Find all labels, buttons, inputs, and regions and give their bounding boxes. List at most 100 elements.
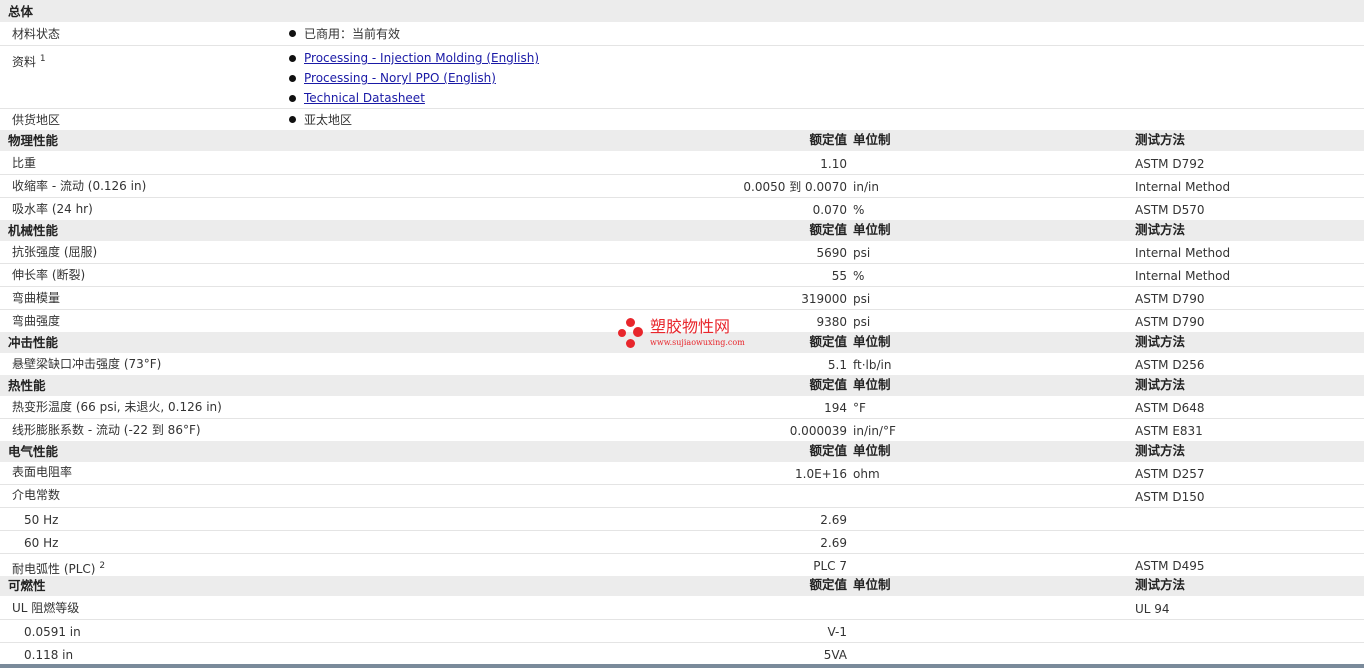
header-rated-value: 额定值 [809, 443, 847, 458]
property-name: 耐电弧性 (PLC) 2 [12, 561, 106, 576]
test-method: ASTM D648 [1135, 401, 1205, 415]
property-value: 0.000039 [789, 424, 847, 438]
section-title: 冲击性能 [8, 335, 59, 350]
property-value: 55 [831, 269, 847, 283]
property-unit: °F [853, 401, 866, 415]
doc-link-technical-datasheet[interactable]: Technical Datasheet [304, 91, 425, 105]
property-name: 0.0591 in [24, 625, 81, 639]
row-value: 亚太地区 [304, 113, 353, 127]
section-title: 可燃性 [8, 578, 46, 593]
property-unit: in/in [853, 180, 879, 194]
property-name: 50 Hz [24, 513, 59, 527]
section-header-thermal: 热性能 额定值 单位制 测试方法 [0, 375, 1364, 396]
property-name: 表面电阻率 [12, 465, 73, 479]
table-row: 线形膨胀系数 - 流动 (-22 到 86°F) 0.000039 in/in/… [0, 419, 1364, 441]
property-value: 319000 [801, 292, 847, 306]
test-method: ASTM D792 [1135, 157, 1205, 171]
property-name: UL 阻燃等级 [12, 601, 80, 615]
material-status-row: 材料状态 已商用：当前有效 [0, 22, 1364, 46]
header-test-method: 测试方法 [1135, 577, 1186, 592]
property-value: 1.10 [820, 157, 847, 171]
property-value: PLC 7 [813, 559, 847, 573]
test-method: UL 94 [1135, 602, 1170, 616]
table-row: 弯曲模量 319000 psi ASTM D790 [0, 287, 1364, 310]
property-value: 2.69 [820, 513, 847, 527]
test-method: Internal Method [1135, 246, 1231, 260]
property-name: 弯曲强度 [12, 314, 61, 328]
table-row: UL 阻燃等级 UL 94 [0, 596, 1364, 620]
test-method: ASTM D790 [1135, 292, 1205, 306]
header-rated-value: 额定值 [809, 577, 847, 592]
bullet-icon [289, 95, 296, 102]
test-method: Internal Method [1135, 180, 1231, 194]
test-method: ASTM D790 [1135, 315, 1205, 329]
property-name: 热变形温度 (66 psi, 未退火, 0.126 in) [12, 400, 222, 414]
property-name: 悬壁梁缺口冲击强度 (73°F) [12, 357, 162, 371]
table-row: 收缩率 - 流动 (0.126 in) 0.0050 到 0.0070 in/i… [0, 175, 1364, 198]
row-value: 已商用：当前有效 [304, 27, 401, 41]
section-title: 物理性能 [8, 133, 59, 148]
bullet-icon [289, 30, 296, 37]
property-value: V-1 [827, 625, 847, 639]
property-name: 60 Hz [24, 536, 59, 550]
table-row: 60 Hz 2.69 [0, 531, 1364, 554]
logo-dot-icon [626, 339, 635, 348]
row-label: 材料状态 [12, 27, 61, 41]
property-value: 194 [824, 401, 847, 415]
table-row: 比重 1.10 ASTM D792 [0, 151, 1364, 175]
property-value: 5.1 [827, 358, 847, 372]
property-name: 0.118 in [24, 648, 74, 662]
table-row: 0.0591 in V-1 [0, 620, 1364, 643]
doc-link-injection-molding[interactable]: Processing - Injection Molding (English) [304, 51, 539, 65]
property-unit: in/in/°F [853, 424, 896, 438]
section-title: 电气性能 [8, 444, 59, 459]
doc-link-noryl-ppo[interactable]: Processing - Noryl PPO (English) [304, 71, 496, 85]
header-test-method: 测试方法 [1135, 443, 1186, 458]
test-method: Internal Method [1135, 269, 1231, 283]
header-unit: 单位制 [853, 222, 891, 237]
bullet-icon [289, 116, 296, 123]
header-unit: 单位制 [853, 443, 891, 458]
watermark-name: 塑胶物性网 [650, 317, 731, 336]
table-row: 伸长率 (断裂) 55 % Internal Method [0, 264, 1364, 287]
header-unit: 单位制 [853, 132, 891, 147]
property-name: 介电常数 [12, 488, 61, 502]
test-method: ASTM D570 [1135, 203, 1205, 217]
header-rated-value: 额定值 [809, 377, 847, 392]
header-unit: 单位制 [853, 577, 891, 592]
page-bottom-border [0, 664, 1364, 668]
header-test-method: 测试方法 [1135, 132, 1186, 147]
header-rated-value: 额定值 [809, 222, 847, 237]
logo-dot-icon [626, 318, 635, 327]
property-unit: psi [853, 292, 871, 306]
header-test-method: 测试方法 [1135, 334, 1186, 349]
header-rated-value: 额定值 [809, 334, 847, 349]
property-name: 收缩率 - 流动 (0.126 in) [12, 179, 147, 193]
watermark-url: www.sujiaowuxing.com [650, 338, 745, 347]
property-unit: ohm [853, 467, 880, 481]
property-unit: psi [853, 246, 871, 260]
logo-dot-icon [633, 327, 643, 337]
section-header-electrical: 电气性能 额定值 单位制 测试方法 [0, 441, 1364, 462]
supply-region-row: 供货地区 亚太地区 [0, 109, 1364, 130]
section-title: 总体 [8, 4, 34, 19]
property-unit: ft·lb/in [853, 358, 892, 372]
header-test-method: 测试方法 [1135, 377, 1186, 392]
section-header-physical: 物理性能 额定值 单位制 测试方法 [0, 130, 1364, 151]
test-method: ASTM D150 [1135, 490, 1205, 504]
test-method: ASTM D256 [1135, 358, 1205, 372]
property-name: 抗张强度 (屈服) [12, 245, 98, 259]
property-unit: % [853, 203, 865, 217]
property-name: 线形膨胀系数 - 流动 (-22 到 86°F) [12, 423, 201, 437]
header-test-method: 测试方法 [1135, 222, 1186, 237]
section-title: 机械性能 [8, 223, 59, 238]
property-unit: psi [853, 315, 871, 329]
header-unit: 单位制 [853, 334, 891, 349]
section-header-overall: 总体 [0, 0, 1364, 22]
property-name: 比重 [12, 156, 37, 170]
test-method: ASTM D495 [1135, 559, 1205, 573]
section-header-mechanical: 机械性能 额定值 单位制 测试方法 [0, 220, 1364, 241]
property-value: 2.69 [820, 536, 847, 550]
bullet-icon [289, 75, 296, 82]
table-row: 热变形温度 (66 psi, 未退火, 0.126 in) 194 °F AST… [0, 396, 1364, 419]
